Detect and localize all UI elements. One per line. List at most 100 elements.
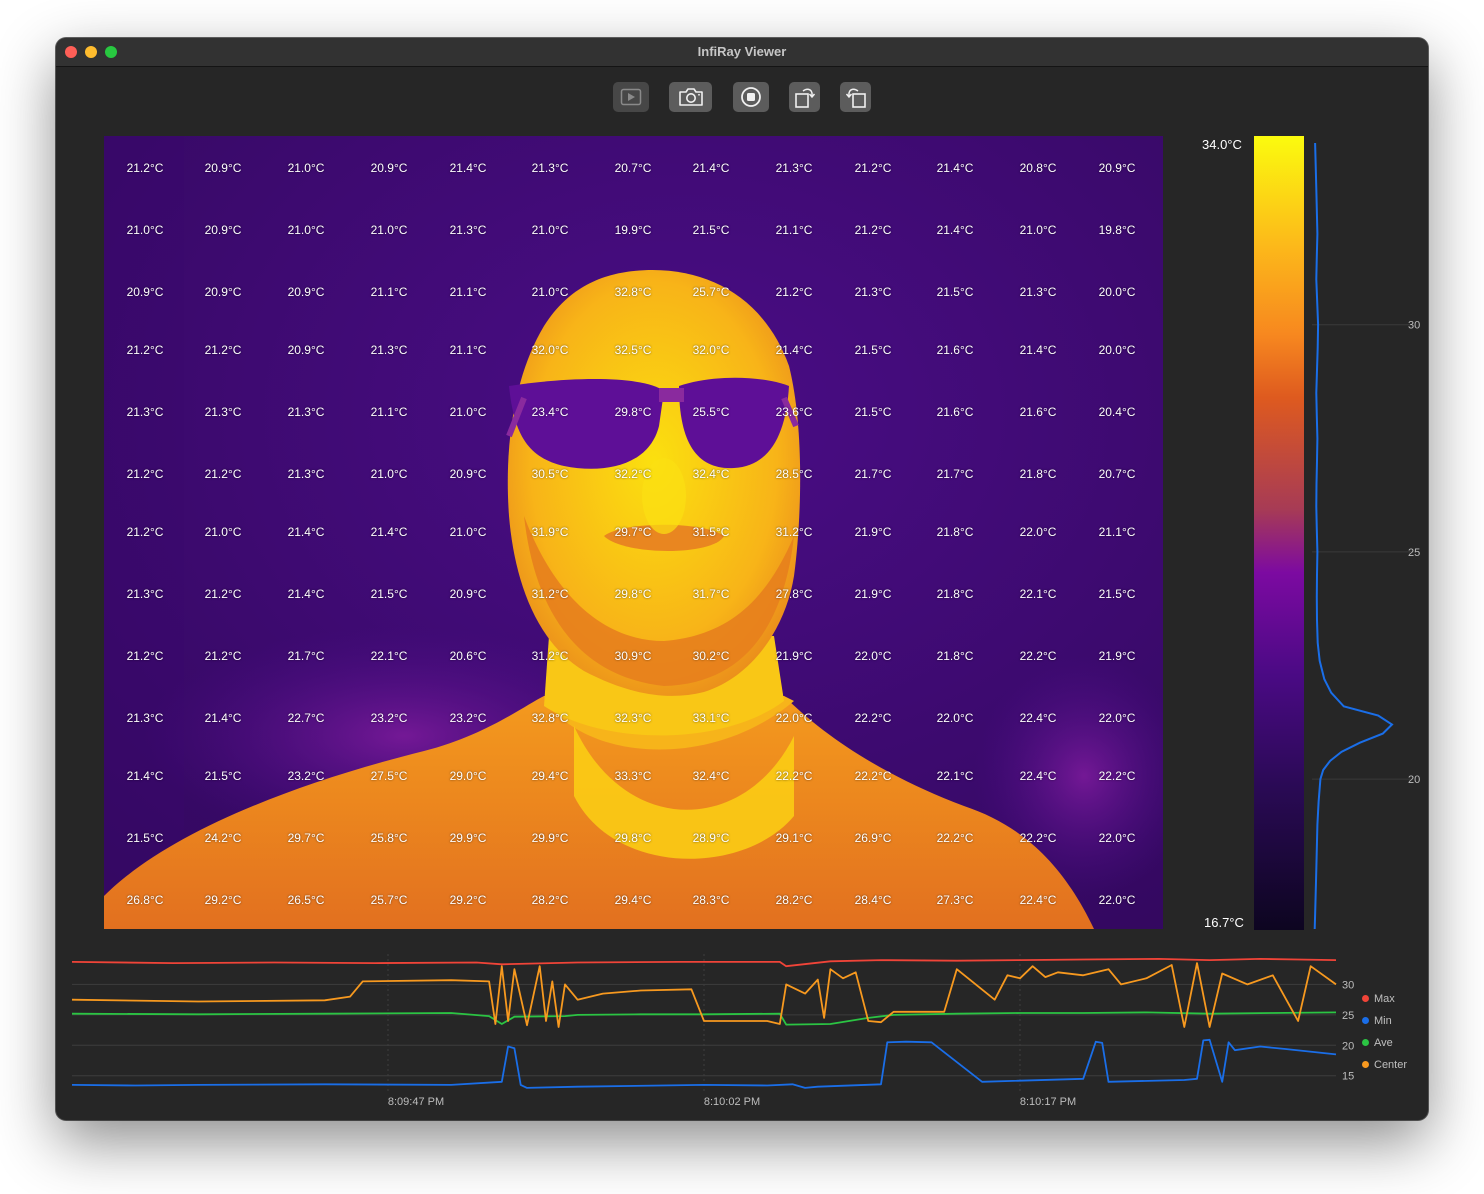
temp-reading: 22.0°C [854,649,892,663]
temp-reading: 21.8°C [936,587,974,601]
temp-reading: 21.1°C [449,285,487,299]
play-icon [620,88,642,106]
trend-x-tick-label: 8:09:47 PM [388,1096,444,1108]
temp-reading: 21.1°C [1098,525,1136,539]
scale-max-label: 34.0°C [1202,137,1242,152]
trend-line-ave [71,1011,1337,1026]
temp-reading: 26.9°C [854,831,892,845]
temp-reading: 21.4°C [1019,343,1057,357]
temp-reading: 31.2°C [531,587,569,601]
temp-reading: 30.5°C [531,467,569,481]
temp-reading: 21.9°C [854,587,892,601]
temp-reading: 22.4°C [1019,893,1057,907]
temp-reading: 21.0°C [287,223,325,237]
temp-reading: 19.8°C [1098,223,1136,237]
temp-reading: 31.5°C [692,525,730,539]
window-title: InfiRay Viewer [697,44,787,59]
temp-reading: 21.0°C [370,223,408,237]
temp-reading: 21.0°C [531,223,569,237]
temp-reading: 22.0°C [1098,711,1136,725]
temp-reading: 32.4°C [692,467,730,481]
temp-reading: 22.1°C [370,649,408,663]
temp-reading: 32.5°C [614,343,652,357]
temp-reading: 28.4°C [854,893,892,907]
temp-reading: 20.9°C [287,285,325,299]
temp-reading: 21.4°C [370,525,408,539]
temp-reading: 22.0°C [1098,893,1136,907]
temp-reading: 27.3°C [936,893,974,907]
temp-reading: 21.2°C [204,467,242,481]
color-scale-bar [1254,136,1304,930]
temp-reading: 21.3°C [854,285,892,299]
temp-reading: 21.0°C [287,161,325,175]
legend-item-min: Min [1362,1012,1392,1030]
rotate-left-icon [845,88,866,108]
temp-reading: 21.5°C [854,405,892,419]
temp-reading: 20.0°C [1098,285,1136,299]
temp-reading: 29.2°C [449,893,487,907]
temp-reading: 21.4°C [287,587,325,601]
play-button[interactable] [613,82,649,112]
temp-reading: 20.9°C [204,285,242,299]
temp-reading: 23.2°C [287,769,325,783]
temp-reading: 28.2°C [531,893,569,907]
temp-reading: 21.7°C [936,467,974,481]
temp-reading: 32.3°C [614,711,652,725]
temp-reading: 20.4°C [1098,405,1136,419]
legend-item-max: Max [1362,990,1395,1008]
temp-reading: 21.1°C [449,343,487,357]
temp-reading: 21.0°C [204,525,242,539]
legend-label-ave: Ave [1374,1036,1393,1049]
temp-reading: 21.5°C [936,285,974,299]
temp-reading: 21.0°C [370,467,408,481]
temp-reading: 22.0°C [936,711,974,725]
temp-reading: 21.9°C [854,525,892,539]
temp-reading: 20.9°C [1098,161,1136,175]
temp-reading: 29.1°C [775,831,813,845]
temp-reading: 20.9°C [204,223,242,237]
rotate-left-button[interactable] [840,82,871,112]
temp-reading: 20.9°C [449,587,487,601]
temp-reading: 21.0°C [449,525,487,539]
temp-reading: 21.0°C [449,405,487,419]
temp-reading: 29.4°C [614,893,652,907]
temp-reading: 21.1°C [775,223,813,237]
temp-reading: 27.8°C [775,587,813,601]
temp-reading: 21.0°C [126,223,164,237]
record-button[interactable] [733,82,769,112]
rotate-right-button[interactable] [789,82,820,112]
temp-reading: 32.2°C [614,467,652,481]
temp-reading: 21.4°C [936,161,974,175]
temp-reading: 29.9°C [449,831,487,845]
temp-reading: 21.4°C [204,711,242,725]
title-bar[interactable]: InfiRay Viewer [56,38,1428,67]
temp-reading: 22.2°C [1098,769,1136,783]
legend-label-center: Center [1374,1058,1408,1071]
temp-reading: 21.8°C [936,525,974,539]
trend-x-tick-label: 8:10:02 PM [704,1096,760,1108]
temp-reading: 23.2°C [370,711,408,725]
temp-reading: 29.7°C [614,525,652,539]
temp-reading: 21.3°C [287,405,325,419]
thermal-image[interactable]: 21.2°C 20.9°C 21.0°C 20.9°C 21.4°C 21.3°C 20.7… [104,136,1163,929]
temp-reading: 22.2°C [936,831,974,845]
legend-label-min: Min [1374,1014,1392,1027]
temp-reading: 32.8°C [614,285,652,299]
temp-reading: 23.2°C [449,711,487,725]
temp-reading: 21.5°C [692,223,730,237]
temp-reading: 19.9°C [614,223,652,237]
temp-reading: 22.2°C [1019,831,1057,845]
temp-reading: 22.1°C [936,769,974,783]
temp-reading: 20.9°C [370,161,408,175]
temp-reading: 25.7°C [692,285,730,299]
temp-reading: 21.2°C [204,587,242,601]
temp-reading: 21.1°C [370,285,408,299]
temp-reading: 21.5°C [370,587,408,601]
trend-x-tick-label: 8:10:17 PM [1020,1096,1076,1108]
temp-reading: 24.2°C [204,831,242,845]
temp-reading: 20.7°C [1098,467,1136,481]
temp-reading: 21.2°C [204,649,242,663]
temp-reading: 22.2°C [854,769,892,783]
trend-y-tick-label: 25 [1342,1010,1354,1022]
snapshot-button[interactable] [669,82,712,112]
